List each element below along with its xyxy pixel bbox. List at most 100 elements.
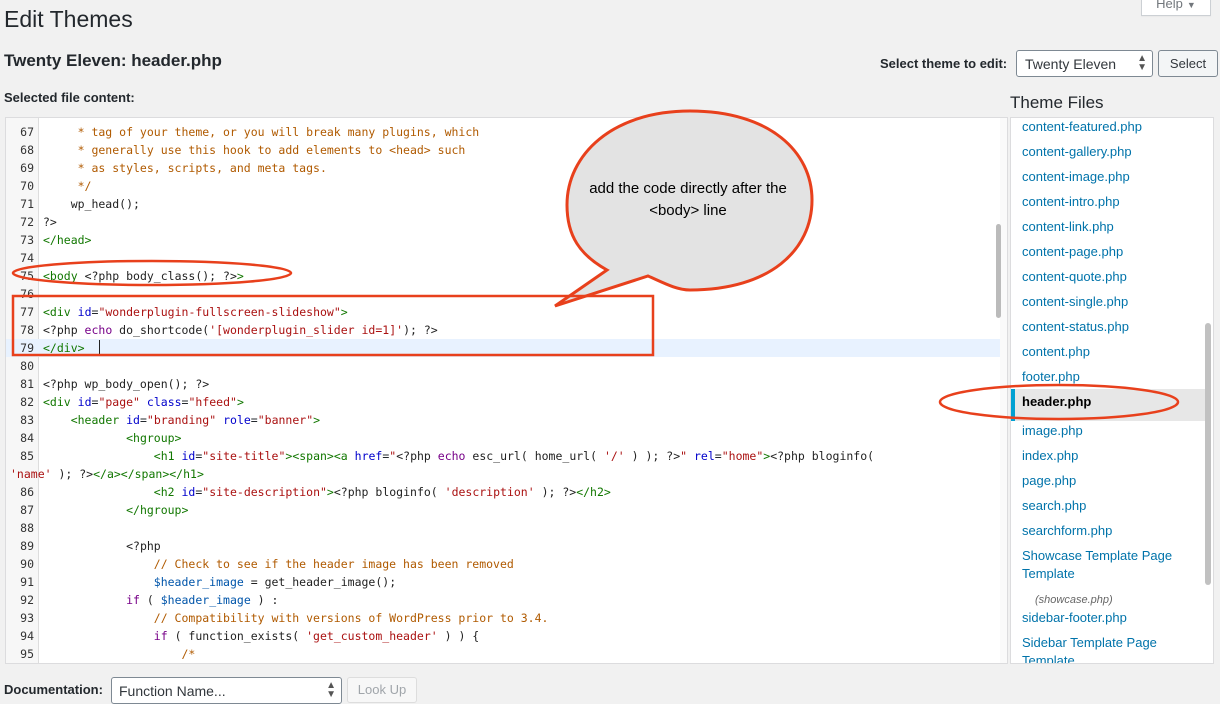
code-line[interactable]: 78 <?php echo do_shortcode('[wonderplugin…: [6, 321, 1001, 339]
code-text: <header id="branding" role="banner">: [70, 413, 321, 427]
theme-file-link[interactable]: content.php: [1022, 343, 1197, 361]
theme-file-link[interactable]: content-image.php: [1022, 168, 1197, 186]
code-text: * as styles, scripts, and meta tags.: [43, 161, 327, 175]
code-text: <div id="wonderplugin-fullscreen-slidesh…: [43, 305, 348, 319]
function-select-value: Function Name...: [119, 683, 226, 699]
line-number: 81: [20, 377, 34, 391]
theme-file-link[interactable]: content-gallery.php: [1022, 143, 1197, 161]
line-number: 90: [20, 557, 34, 571]
line-number: 86: [20, 485, 34, 499]
editor-scrollbar-track[interactable]: [1000, 118, 1007, 663]
code-line[interactable]: 86 <h2 id="site-description"><?php blogi…: [6, 483, 1001, 501]
help-label: Help: [1156, 0, 1183, 11]
code-text: <hgroup>: [126, 431, 182, 445]
code-line[interactable]: 92 if ( $header_image ) :: [6, 591, 1001, 609]
theme-file-link[interactable]: content-single.php: [1022, 293, 1197, 311]
code-text: 'name' ); ?></a></span></h1>: [10, 467, 204, 481]
theme-file-filename: (showcase.php): [1035, 594, 1113, 606]
line-number: 67: [20, 125, 34, 139]
caret-down-icon: ▼: [1186, 0, 1196, 10]
theme-file-link[interactable]: index.php: [1022, 447, 1197, 465]
updown-arrows-icon: ▲ ▼: [326, 680, 336, 700]
line-number: 68: [20, 143, 34, 157]
code-line[interactable]: 89 <?php: [6, 537, 1001, 555]
theme-file-link[interactable]: content-link.php: [1022, 218, 1197, 236]
code-line[interactable]: 71 wp_head();: [6, 195, 1001, 213]
theme-file-link[interactable]: page.php: [1022, 472, 1197, 490]
code-line[interactable]: 88: [6, 519, 1001, 537]
select-theme-label: Select theme to edit:: [880, 56, 1008, 71]
code-line[interactable]: 69 * as styles, scripts, and meta tags.: [6, 159, 1001, 177]
code-text: </div>: [43, 339, 100, 357]
line-number: 74: [20, 251, 34, 265]
line-number: 78: [20, 323, 34, 337]
editor-scrollbar-thumb[interactable]: [996, 224, 1001, 318]
line-number: 79: [20, 341, 34, 355]
theme-file-link[interactable]: content-page.php: [1022, 243, 1197, 261]
theme-file-link[interactable]: footer.php: [1022, 368, 1197, 386]
code-line[interactable]: 91 $header_image = get_header_image();: [6, 573, 1001, 591]
theme-file-link[interactable]: content-featured.php: [1022, 118, 1197, 136]
code-line[interactable]: 94 if ( function_exists( 'get_custom_hea…: [6, 627, 1001, 645]
line-number: 75: [20, 269, 34, 283]
code-text: if ( function_exists( 'get_custom_header…: [153, 629, 480, 643]
code-text: */: [43, 179, 92, 193]
code-line[interactable]: 85 <h1 id="site-title"><span><a href="<?…: [6, 447, 1001, 465]
line-number: 93: [20, 611, 34, 625]
line-number: 89: [20, 539, 34, 553]
code-line[interactable]: 'name' ); ?></a></span></h1>: [6, 465, 1001, 483]
code-line[interactable]: 77 <div id="wonderplugin-fullscreen-slide…: [6, 303, 1001, 321]
theme-select[interactable]: Twenty Eleven ▲ ▼: [1016, 50, 1153, 77]
theme-file-link[interactable]: header.php: [1022, 393, 1197, 411]
code-line[interactable]: 72 ?>: [6, 213, 1001, 231]
code-line[interactable]: 87 </hgroup>: [6, 501, 1001, 519]
theme-file-link[interactable]: content-intro.php: [1022, 193, 1197, 211]
function-name-select[interactable]: Function Name... ▲ ▼: [111, 677, 342, 704]
code-line[interactable]: 75 <body <?php body_class(); ?>>: [6, 267, 1001, 285]
code-line[interactable]: 76: [6, 285, 1001, 303]
text-cursor: [98, 340, 100, 354]
theme-file-link[interactable]: content-quote.php: [1022, 268, 1197, 286]
code-line[interactable]: 79 </div>: [6, 339, 1001, 357]
code-line[interactable]: 80: [6, 357, 1001, 375]
code-line[interactable]: 82 <div id="page" class="hfeed">: [6, 393, 1001, 411]
line-number: 69: [20, 161, 34, 175]
code-line[interactable]: 67 * tag of your theme, or you will brea…: [6, 123, 1001, 141]
line-number: 92: [20, 593, 34, 607]
code-line[interactable]: 70 */: [6, 177, 1001, 195]
updown-arrows-icon: ▲ ▼: [1137, 53, 1147, 73]
documentation-label: Documentation:: [4, 682, 103, 697]
line-number: 80: [20, 359, 34, 373]
code-line[interactable]: 81 <?php wp_body_open(); ?>: [6, 375, 1001, 393]
code-line[interactable]: 74: [6, 249, 1001, 267]
code-editor[interactable]: 67 * tag of your theme, or you will brea…: [5, 117, 1008, 664]
code-line[interactable]: 95 /*: [6, 645, 1001, 663]
code-line[interactable]: 73 </head>: [6, 231, 1001, 249]
theme-file-list[interactable]: content-featured.php content-gallery.php c…: [1010, 117, 1214, 664]
help-tab-button[interactable]: Help ▼: [1141, 0, 1211, 16]
look-up-button[interactable]: Look Up: [347, 677, 417, 703]
code-line[interactable]: 83 <header id="branding" role="banner">: [6, 411, 1001, 429]
code-text: <h2 id="site-description"><?php bloginfo…: [153, 485, 611, 499]
theme-file-link[interactable]: image.php: [1022, 422, 1197, 440]
theme-files-title: Theme Files: [1010, 93, 1104, 112]
theme-file-link[interactable]: Sidebar Template Page Template: [1022, 634, 1197, 663]
code-text: </head>: [43, 233, 92, 247]
code-line[interactable]: 84 <hgroup>: [6, 429, 1001, 447]
theme-file-link[interactable]: search.php: [1022, 497, 1197, 515]
theme-file-link[interactable]: searchform.php: [1022, 522, 1197, 540]
code-line[interactable]: 68 * generally use this hook to add elem…: [6, 141, 1001, 159]
line-number: 94: [20, 629, 34, 643]
theme-file-link[interactable]: Showcase Template Page Template: [1022, 547, 1197, 583]
line-number: 83: [20, 413, 34, 427]
file-list-scrollbar-thumb[interactable]: [1205, 323, 1211, 585]
code-line[interactable]: 90 // Check to see if the header image h…: [6, 555, 1001, 573]
code-line[interactable]: 93 // Compatibility with versions of Wor…: [6, 609, 1001, 627]
code-text: <?php: [126, 539, 161, 553]
code-text: /*: [181, 647, 196, 661]
select-theme-button[interactable]: Select: [1158, 50, 1218, 77]
code-text: if ( $header_image ) :: [126, 593, 279, 607]
theme-file-link[interactable]: content-status.php: [1022, 318, 1197, 336]
line-number: 70: [20, 179, 34, 193]
theme-file-link[interactable]: sidebar-footer.php: [1022, 609, 1197, 627]
